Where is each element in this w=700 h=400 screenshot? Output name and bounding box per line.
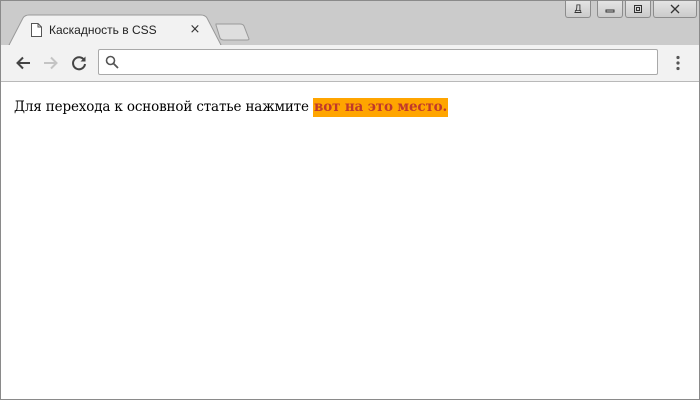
page-viewport: Для перехода к основной статье нажмите в… bbox=[1, 82, 699, 399]
restore-button[interactable] bbox=[625, 1, 651, 18]
back-button[interactable] bbox=[13, 53, 33, 73]
tab-active[interactable]: Каскадность в CSS × bbox=[31, 17, 207, 45]
search-icon bbox=[105, 55, 119, 69]
page-paragraph: Для перехода к основной статье нажмите в… bbox=[14, 98, 449, 117]
paragraph-text: Для перехода к основной статье нажмите bbox=[14, 99, 313, 115]
back-arrow-icon bbox=[16, 56, 30, 70]
document-icon bbox=[31, 23, 42, 37]
new-tab-icon[interactable] bbox=[215, 23, 251, 41]
browser-toolbar bbox=[1, 45, 699, 82]
profile-button[interactable]: Д bbox=[565, 1, 591, 18]
window-controls: Д bbox=[565, 1, 697, 19]
browser-window: Каскадность в CSS × Д Для перехода к осн… bbox=[0, 0, 700, 400]
address-bar[interactable] bbox=[98, 49, 658, 75]
tab-title: Каскадность в CSS bbox=[49, 23, 157, 37]
reload-button[interactable] bbox=[69, 53, 89, 73]
close-window-button[interactable] bbox=[653, 1, 697, 18]
forward-button[interactable] bbox=[41, 53, 61, 73]
main-article-link[interactable]: вот на это место. bbox=[312, 98, 449, 117]
restore-icon bbox=[634, 5, 642, 13]
minimize-button[interactable] bbox=[597, 1, 623, 18]
forward-arrow-icon bbox=[44, 56, 58, 70]
minimize-icon bbox=[605, 9, 615, 13]
profile-label: Д bbox=[574, 4, 582, 14]
browser-menu-button[interactable] bbox=[669, 53, 687, 73]
kebab-menu-icon bbox=[676, 55, 680, 71]
close-icon bbox=[670, 4, 680, 14]
tab-strip: Каскадность в CSS × Д bbox=[1, 1, 699, 46]
tab-close-icon[interactable]: × bbox=[189, 23, 201, 37]
reload-icon bbox=[72, 56, 86, 71]
address-input[interactable] bbox=[125, 52, 645, 72]
